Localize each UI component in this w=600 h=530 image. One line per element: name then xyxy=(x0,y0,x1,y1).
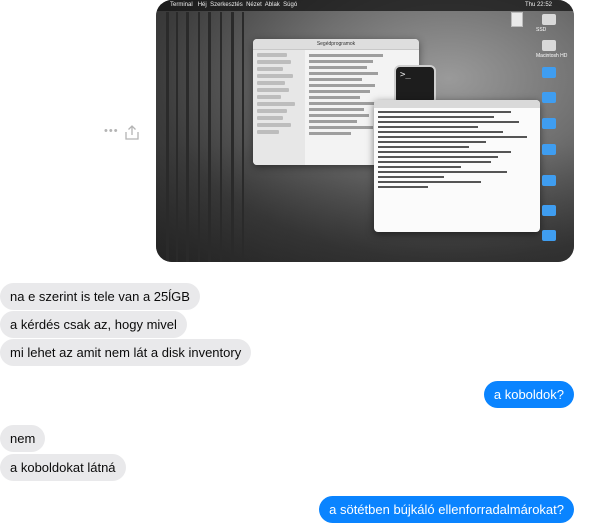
desktop-drive-icon xyxy=(542,14,556,25)
menubar-item: Súgó xyxy=(283,2,298,8)
received-message: a koboldokat látná xyxy=(0,454,126,481)
bamboo-fence xyxy=(242,12,244,262)
desktop-label: Macintosh HD xyxy=(536,53,568,59)
desktop-file-icon xyxy=(511,12,523,27)
menubar-item: Ablak xyxy=(264,2,280,8)
received-message: a kérdés csak az, hogy mivel xyxy=(0,311,187,338)
menubar-clock: Thu 22:52 xyxy=(524,2,552,8)
folder-icon xyxy=(542,175,556,186)
bamboo-fence xyxy=(198,12,200,262)
desktop-label: SSD xyxy=(536,27,547,33)
finder-title: Segédprogramok xyxy=(253,39,419,50)
menubar-item: Héj xyxy=(197,2,207,8)
bamboo-fence xyxy=(208,12,211,262)
folder-icon xyxy=(542,118,556,129)
bamboo-fence xyxy=(220,12,222,262)
terminal-app-icon: >_ xyxy=(394,65,436,105)
bamboo-fence xyxy=(186,12,189,262)
shared-image-message[interactable]: Terminal Héj Szerkesztés Nézet Ablak Súg… xyxy=(156,0,574,262)
received-message: mi lehet az amit nem lát a disk inventor… xyxy=(0,339,252,366)
bamboo-fence xyxy=(231,12,234,262)
terminal-window xyxy=(374,100,540,232)
finder-sidebar xyxy=(253,50,305,165)
share-icon[interactable] xyxy=(123,125,141,141)
menubar-item: Nézet xyxy=(246,2,262,8)
desktop-drive-icon xyxy=(542,40,556,51)
folder-icon xyxy=(542,144,556,155)
received-message: na e szerint is tele van a 25ĺGB xyxy=(0,283,200,310)
folder-icon xyxy=(542,205,556,216)
folder-icon xyxy=(542,67,556,78)
sent-message: a sötétben bújkáló ellenforradalmárokat? xyxy=(319,496,574,523)
received-message: nem xyxy=(0,425,46,452)
folder-icon xyxy=(542,92,556,103)
menubar-app: Terminal xyxy=(170,2,193,8)
folder-icon xyxy=(542,230,556,241)
more-options-icon[interactable]: ••• xyxy=(104,125,119,137)
bamboo-fence xyxy=(166,12,169,262)
bamboo-fence xyxy=(176,12,178,262)
menubar-item: Szerkesztés xyxy=(210,2,243,8)
mac-menubar: Terminal Héj Szerkesztés Nézet Ablak Súg… xyxy=(156,0,574,11)
sent-message: a koboldok? xyxy=(483,381,574,408)
